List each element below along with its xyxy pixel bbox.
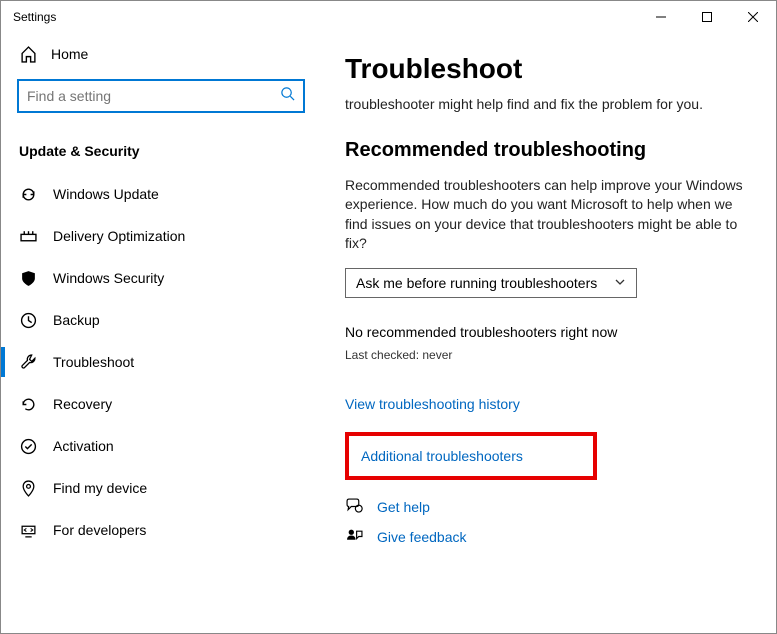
developer-icon: [19, 521, 37, 539]
section-body: Recommended troubleshooters can help imp…: [345, 176, 752, 254]
titlebar: Settings: [1, 1, 776, 33]
highlight-box: Additional troubleshooters: [345, 432, 597, 480]
troubleshoot-preference-select[interactable]: Ask me before running troubleshooters: [345, 268, 637, 298]
sidebar-item-label: Backup: [53, 312, 100, 328]
sidebar-item-label: Troubleshoot: [53, 354, 134, 370]
home-label: Home: [51, 46, 88, 62]
additional-troubleshooters-link[interactable]: Additional troubleshooters: [361, 448, 523, 464]
sidebar-item-label: Windows Security: [53, 270, 164, 286]
sidebar-item-troubleshoot[interactable]: Troubleshoot: [1, 341, 321, 383]
main-panel: Troubleshoot troubleshooter might help f…: [321, 33, 776, 633]
page-title: Troubleshoot: [345, 53, 752, 85]
check-circle-icon: [19, 437, 37, 455]
sidebar-item-label: Delivery Optimization: [53, 228, 185, 244]
sidebar-item-delivery-optimization[interactable]: Delivery Optimization: [1, 215, 321, 257]
location-icon: [19, 479, 37, 497]
minimize-button[interactable]: [638, 1, 684, 33]
category-header: Update & Security: [1, 121, 321, 173]
sidebar-item-label: Activation: [53, 438, 114, 454]
view-history-link[interactable]: View troubleshooting history: [345, 396, 752, 412]
select-value: Ask me before running troubleshooters: [356, 275, 597, 291]
sidebar-item-recovery[interactable]: Recovery: [1, 383, 321, 425]
page-lead: troubleshooter might help find and fix t…: [345, 95, 752, 115]
search-icon: [280, 86, 295, 106]
get-help-label: Get help: [377, 499, 430, 515]
sidebar-item-label: For developers: [53, 522, 146, 538]
last-checked: Last checked: never: [345, 348, 752, 362]
give-feedback-label: Give feedback: [377, 529, 467, 545]
get-help-row[interactable]: Get help: [345, 498, 752, 516]
shield-icon: [19, 269, 37, 287]
sync-icon: [19, 185, 37, 203]
sidebar-item-windows-security[interactable]: Windows Security: [1, 257, 321, 299]
window-controls: [638, 1, 776, 33]
delivery-icon: [19, 227, 37, 245]
chat-icon: [345, 498, 363, 516]
sidebar-item-activation[interactable]: Activation: [1, 425, 321, 467]
sidebar-item-label: Recovery: [53, 396, 112, 412]
sidebar-item-backup[interactable]: Backup: [1, 299, 321, 341]
wrench-icon: [19, 353, 37, 371]
backup-icon: [19, 311, 37, 329]
search-input[interactable]: [27, 88, 280, 104]
sidebar-item-find-my-device[interactable]: Find my device: [1, 467, 321, 509]
search-box[interactable]: [17, 79, 305, 113]
sidebar-item-label: Find my device: [53, 480, 147, 496]
close-button[interactable]: [730, 1, 776, 33]
sidebar-item-for-developers[interactable]: For developers: [1, 509, 321, 551]
window-title: Settings: [13, 10, 56, 24]
status-line: No recommended troubleshooters right now: [345, 324, 752, 340]
sidebar-item-windows-update[interactable]: Windows Update: [1, 173, 321, 215]
home-icon: [19, 45, 37, 63]
maximize-button[interactable]: [684, 1, 730, 33]
feedback-icon: [345, 528, 363, 546]
sidebar: Home Update & Security Windows Update De…: [1, 33, 321, 633]
sidebar-item-label: Windows Update: [53, 186, 159, 202]
home-nav[interactable]: Home: [1, 33, 321, 75]
give-feedback-row[interactable]: Give feedback: [345, 528, 752, 546]
chevron-down-icon: [614, 275, 626, 291]
recovery-icon: [19, 395, 37, 413]
section-title: Recommended troubleshooting: [345, 139, 752, 162]
